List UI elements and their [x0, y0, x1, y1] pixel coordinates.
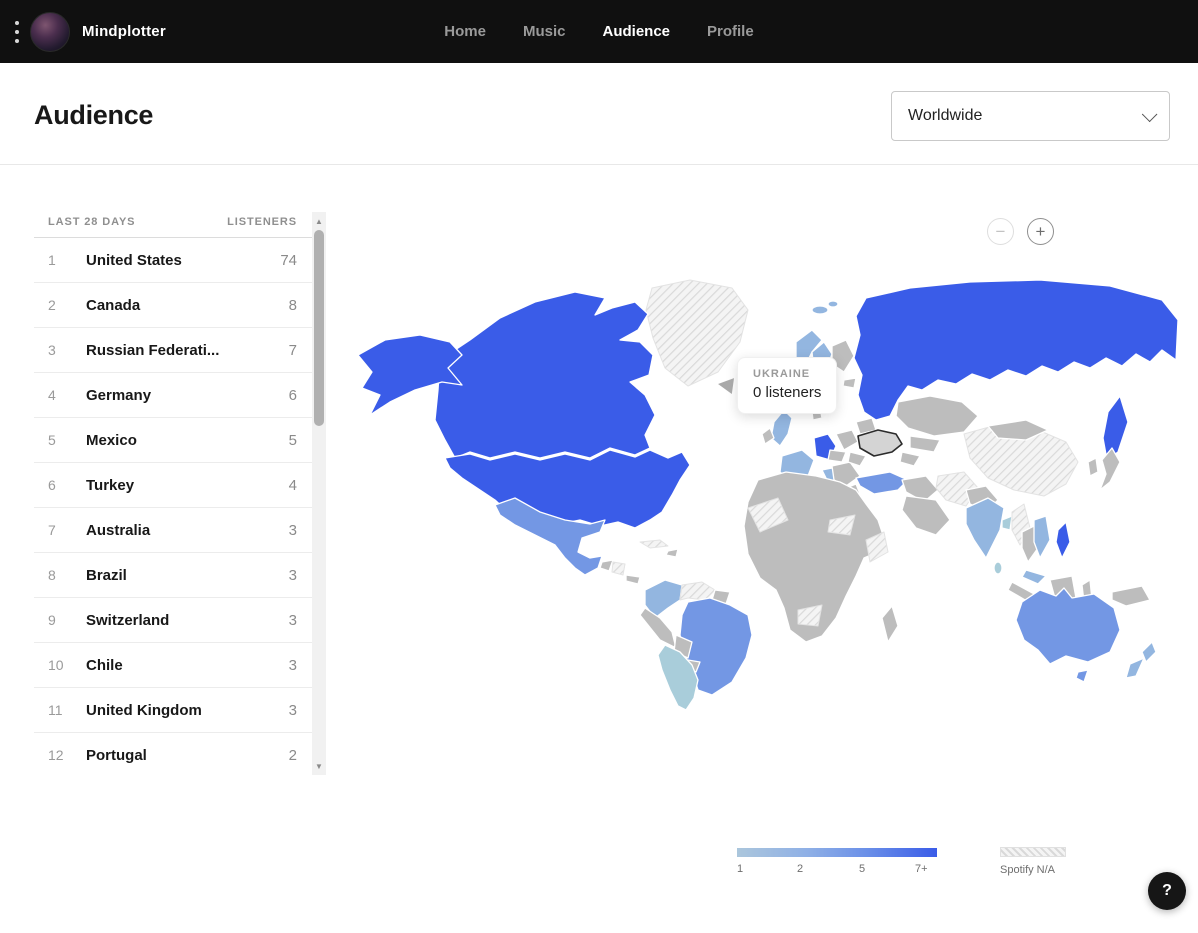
map-region-saudi-arabia[interactable]	[902, 496, 950, 535]
nav-item-audience[interactable]: Audience	[603, 23, 671, 40]
nav-item-home[interactable]: Home	[444, 23, 486, 40]
map-region-baltics[interactable]	[843, 378, 856, 388]
na-hatch-swatch	[1000, 847, 1066, 857]
map-region-poland[interactable]	[836, 430, 858, 450]
map-region-turkey[interactable]	[856, 472, 908, 494]
map-region-kazakhstan[interactable]	[896, 396, 978, 436]
audience-page: Mindplotter Home Music Audience Profile …	[0, 0, 1198, 933]
nav-item-music[interactable]: Music	[523, 23, 566, 40]
map-na-legend: Spotify N/A	[1000, 847, 1066, 876]
map-region-central-asia[interactable]	[910, 436, 940, 452]
map-zoom-out-button[interactable]: −	[987, 218, 1014, 245]
map-region-korea[interactable]	[1088, 458, 1098, 476]
map-tooltip: UKRAINE 0 listeners	[737, 357, 837, 414]
legend-tick: 1	[737, 863, 743, 875]
artist-avatar[interactable]	[30, 12, 70, 52]
region-selector-value: Worldwide	[908, 107, 982, 125]
map-region-greenland[interactable]	[646, 280, 748, 386]
tooltip-listeners: 0 listeners	[753, 384, 821, 401]
help-button[interactable]: ?	[1148, 872, 1186, 910]
region-selector-dropdown[interactable]: Worldwide	[891, 91, 1170, 141]
main-nav: Home Music Audience Profile	[0, 0, 1198, 63]
map-region-sri-lanka[interactable]	[994, 562, 1002, 574]
map-region-united-states[interactable]	[445, 450, 690, 528]
world-map[interactable]	[350, 190, 1198, 750]
map-region-japan[interactable]	[1100, 448, 1120, 490]
kebab-menu-icon[interactable]	[15, 21, 19, 43]
map-region-russia[interactable]	[854, 280, 1178, 420]
legend-tick: 5	[859, 863, 865, 875]
map-region-svalbard[interactable]	[828, 301, 838, 307]
map-region-malaysia[interactable]	[1022, 570, 1046, 584]
map-region-guatemala[interactable]	[600, 560, 613, 571]
map-panel: − + UKRAINE 0 listeners 1 2 5 7+ Spotify…	[0, 165, 1198, 933]
map-region-nicaragua[interactable]	[612, 562, 625, 575]
artist-name: Mindplotter	[82, 23, 166, 40]
map-region-cuba[interactable]	[640, 540, 668, 548]
map-region-india[interactable]	[966, 498, 1004, 558]
map-region-united-kingdom[interactable]	[771, 410, 792, 446]
map-region-vietnam[interactable]	[1034, 516, 1050, 558]
legend-gradient-bar	[737, 848, 937, 857]
map-region-venezuela[interactable]	[680, 582, 715, 600]
nav-item-profile[interactable]: Profile	[707, 23, 754, 40]
legend-tick: 7+	[915, 863, 928, 875]
map-region-tasmania[interactable]	[1076, 670, 1088, 682]
page-header: Audience Worldwide	[0, 63, 1198, 165]
map-region-panama[interactable]	[626, 575, 640, 584]
map-region-philippines[interactable]	[1056, 522, 1070, 558]
map-region-central-europe[interactable]	[828, 450, 846, 462]
map-region-bangladesh[interactable]	[1002, 516, 1012, 530]
map-region-australia[interactable]	[1016, 588, 1120, 664]
map-region-caucasus[interactable]	[900, 452, 920, 466]
map-region-kamchatka[interactable]	[1103, 396, 1128, 460]
chevron-down-icon	[1142, 106, 1158, 122]
map-region-new-zealand-south[interactable]	[1126, 658, 1144, 678]
tooltip-country: UKRAINE	[753, 368, 821, 380]
top-navbar: Mindplotter Home Music Audience Profile	[0, 0, 1198, 63]
map-region-canada[interactable]	[435, 292, 655, 458]
map-region-madagascar[interactable]	[882, 606, 898, 642]
map-zoom-in-button[interactable]: +	[1027, 218, 1054, 245]
map-region-svalbard[interactable]	[812, 306, 828, 314]
page-title: Audience	[34, 100, 153, 131]
map-color-legend: 1 2 5 7+	[737, 848, 937, 879]
map-region-hispaniola[interactable]	[666, 549, 678, 557]
na-legend-label: Spotify N/A	[1000, 864, 1066, 876]
map-region-ukraine[interactable]	[858, 430, 902, 456]
map-region-new-guinea[interactable]	[1112, 586, 1150, 606]
legend-tick: 2	[797, 863, 803, 875]
cursor-pointer-icon	[717, 376, 734, 394]
